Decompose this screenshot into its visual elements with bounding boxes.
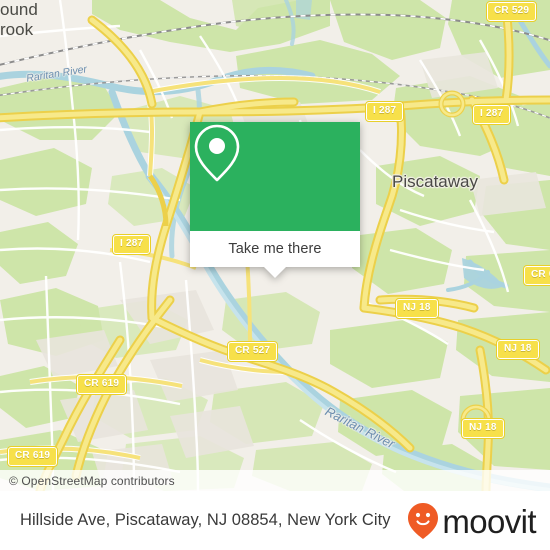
road-shield-i-287-a[interactable]: I 287 (364, 101, 405, 122)
road-shield-cr-527[interactable]: CR 527 (226, 341, 279, 362)
footer-bar: Hillside Ave, Piscataway, NJ 08854, New … (0, 491, 550, 550)
openstreetmap-attribution[interactable]: © OpenStreetMap contributors (0, 474, 175, 488)
map-popup-card[interactable]: Take me there (190, 122, 360, 278)
popup-action-bar[interactable]: Take me there (190, 231, 360, 278)
road-shield-nj-18-a[interactable]: NJ 18 (395, 298, 439, 319)
road-shield-i-287-c[interactable]: I 287 (111, 234, 152, 255)
address-label: Hillside Ave, Piscataway, NJ 08854, New … (20, 511, 391, 529)
road-shield-nj-18-c[interactable]: NJ 18 (461, 418, 505, 439)
popup-image-area (190, 122, 360, 231)
road-shield-cr-619-b[interactable]: CR 619 (6, 446, 59, 467)
popup-tail-arrow (264, 267, 286, 278)
take-me-there-label: Take me there (228, 241, 322, 257)
road-shield-cr-529[interactable]: CR 529 (485, 1, 538, 22)
road-shield-i-287-b[interactable]: I 287 (471, 104, 512, 125)
road-shield-nj-18-b[interactable]: NJ 18 (496, 339, 540, 360)
moovit-smiley-pin-icon (407, 502, 439, 540)
road-shield-cr-6[interactable]: CR 6 (523, 265, 550, 286)
moovit-wordmark: moovit (442, 503, 536, 540)
map-canvas[interactable]: ound rook Piscataway Raritan River Rarit… (0, 0, 550, 491)
road-shield-cr-619-a[interactable]: CR 619 (75, 374, 128, 395)
moovit-logo[interactable]: moovit (407, 502, 537, 540)
moovit-map-screenshot: ound rook Piscataway Raritan River Rarit… (0, 0, 550, 550)
map-attribution-bar: © OpenStreetMap contributors (0, 470, 550, 491)
